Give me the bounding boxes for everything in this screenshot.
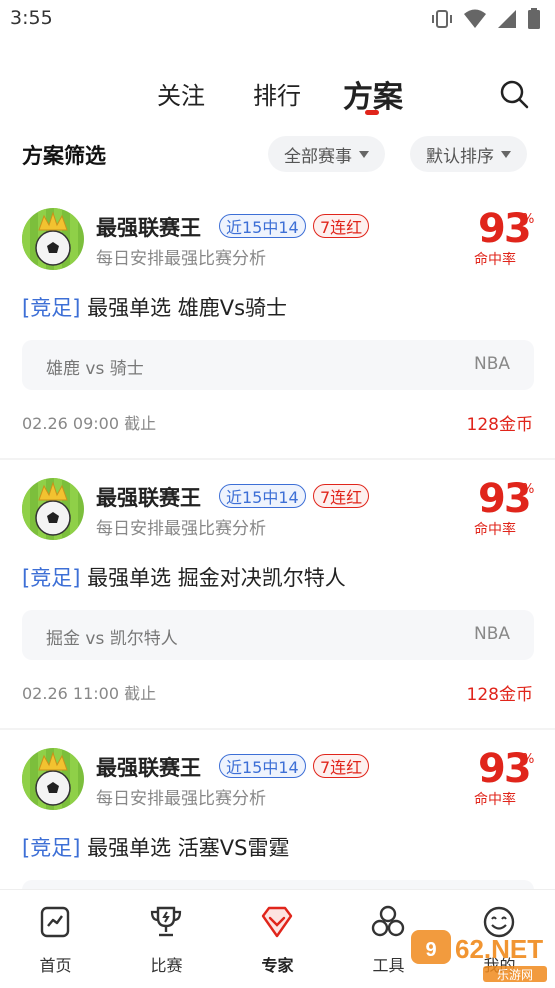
tools-icon (371, 905, 405, 937)
plan-title-text: 最强单选 雄鹿Vs骑士 (87, 296, 288, 320)
hit-rate-unit: % (522, 752, 535, 767)
filter-title: 方案筛选 (22, 144, 106, 168)
battery-icon (528, 8, 540, 29)
deadline: 02.26 11:00 截止 (22, 684, 157, 703)
match-teams: 掘金 vs 凯尔特人 (46, 629, 178, 649)
search-icon[interactable] (498, 78, 530, 110)
hit-rate-label: 命中率 (474, 792, 516, 808)
win-streak-badge: 7连红 (313, 754, 370, 778)
plan-title-text: 最强单选 掘金对决凯尔特人 (87, 566, 346, 590)
recent-record-badge: 近15中14 (219, 214, 306, 238)
expert-avatar[interactable] (22, 748, 84, 810)
svg-text:9: 9 (425, 939, 436, 961)
plan-title-text: 最强单选 活塞VS雷霆 (87, 836, 290, 860)
nav-label: 比赛 (150, 956, 183, 975)
trophy-icon (150, 906, 182, 937)
plan-tag: [竞足] (22, 836, 81, 860)
match-league: NBA (473, 354, 510, 374)
caret-down-icon (501, 150, 511, 158)
plan-card[interactable]: 最强联赛王 近15中14 7连红 每日安排最强比赛分析 93 % 命中率 [竞足… (0, 190, 555, 460)
match-teams: 雄鹿 vs 骑士 (46, 359, 144, 379)
svg-text:62.NET: 62.NET (455, 934, 543, 964)
filter-row: 方案筛选 全部赛事 默认排序 (0, 134, 555, 174)
recent-record-badge: 近15中14 (219, 754, 306, 778)
vibrate-icon (432, 10, 452, 28)
match-league: NBA (473, 624, 510, 644)
tab-follow[interactable]: 关注 (157, 76, 205, 111)
price: 128金币 (466, 685, 533, 705)
hit-rate-unit: % (522, 212, 535, 227)
wifi-icon (464, 9, 486, 28)
event-filter-dropdown[interactable]: 全部赛事 (268, 136, 385, 172)
recent-record-badge: 近15中14 (219, 484, 306, 508)
sort-filter-label: 默认排序 (426, 146, 494, 167)
watermark-logo: 9 62.NET 乐游网 (411, 930, 547, 982)
sort-filter-dropdown[interactable]: 默认排序 (410, 136, 527, 172)
expert-name[interactable]: 最强联赛王 (96, 212, 201, 242)
match-info-box[interactable]: 雄鹿 vs 骑士 NBA (22, 340, 534, 390)
nav-matches[interactable]: 比赛 (111, 890, 222, 988)
nav-label: 首页 (39, 956, 72, 975)
tab-ranking[interactable]: 排行 (253, 76, 301, 111)
event-filter-label: 全部赛事 (284, 146, 352, 167)
win-streak-badge: 7连红 (313, 214, 370, 238)
status-icons (431, 8, 541, 30)
plan-card[interactable]: 最强联赛王 近15中14 7连红 每日安排最强比赛分析 93 % 命中率 [竞足… (0, 460, 555, 730)
hit-rate-unit: % (522, 482, 535, 497)
expert-description: 每日安排最强比赛分析 (96, 249, 266, 269)
nav-label: 专家 (261, 956, 294, 975)
plan-tag: [竞足] (22, 296, 81, 320)
status-time: 3:55 (10, 7, 53, 29)
home-chart-icon (40, 906, 70, 938)
expert-avatar[interactable] (22, 208, 84, 270)
expert-name[interactable]: 最强联赛王 (96, 752, 201, 782)
price: 128金币 (466, 415, 533, 435)
status-bar: 3:55 (0, 0, 555, 40)
hit-rate-label: 命中率 (474, 252, 516, 268)
match-info-box[interactable]: 掘金 vs 凯尔特人 NBA (22, 610, 534, 660)
signal-icon (498, 10, 516, 28)
nav-experts[interactable]: 专家 (222, 890, 333, 988)
nav-home[interactable]: 首页 (0, 890, 111, 988)
plan-title[interactable]: [竞足] 最强单选 掘金对决凯尔特人 (22, 562, 346, 592)
expert-avatar[interactable] (22, 478, 84, 540)
expert-description: 每日安排最强比赛分析 (96, 789, 266, 809)
deadline: 02.26 09:00 截止 (22, 414, 157, 433)
active-tab-indicator (365, 110, 379, 115)
expert-name[interactable]: 最强联赛王 (96, 482, 201, 512)
win-streak-badge: 7连红 (313, 484, 370, 508)
top-tab-bar: 关注 排行 方案 (0, 68, 555, 118)
expert-description: 每日安排最强比赛分析 (96, 519, 266, 539)
plan-title[interactable]: [竞足] 最强单选 雄鹿Vs骑士 (22, 292, 287, 322)
svg-text:乐游网: 乐游网 (497, 968, 533, 982)
plan-title[interactable]: [竞足] 最强单选 活塞VS雷霆 (22, 832, 289, 862)
hit-rate-label: 命中率 (474, 522, 516, 538)
expert-diamond-icon (261, 906, 293, 938)
caret-down-icon (359, 150, 369, 158)
plan-tag: [竞足] (22, 566, 81, 590)
